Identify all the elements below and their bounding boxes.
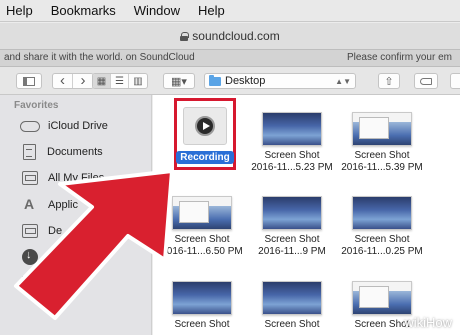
folder-icon — [209, 74, 221, 86]
sidebar-item-all-my-files[interactable]: All My Files — [20, 167, 104, 189]
tag-icon — [420, 77, 432, 85]
file-name-line2: 2016-11...9 PM — [258, 246, 326, 257]
file-name-line1: Screen Shot — [354, 150, 410, 161]
search-button[interactable] — [450, 73, 460, 89]
share-button[interactable]: ⇧ — [378, 73, 400, 89]
watermark-text: wikiHow — [404, 315, 452, 330]
sidebar-item-movies[interactable]: Movies — [20, 272, 83, 294]
url-text: soundcloud.com — [192, 29, 280, 43]
file-item[interactable]: Screen Shot — [249, 281, 335, 331]
file-thumbnail — [352, 281, 412, 315]
file-thumbnail — [262, 281, 322, 315]
file-item[interactable]: Screen Shot — [159, 281, 245, 331]
downloads-icon — [22, 249, 38, 265]
file-thumbnail — [262, 112, 322, 146]
file-thumbnail — [262, 196, 322, 230]
sidebar-item-applications[interactable]: Applic — [20, 194, 78, 216]
all-files-icon — [22, 171, 38, 185]
address-bar[interactable]: soundcloud.com — [0, 23, 460, 49]
nav-buttons: ‹ › — [52, 73, 94, 89]
back-button[interactable]: ‹ — [53, 74, 73, 88]
sidebar-toggle-icon — [23, 76, 35, 86]
file-item[interactable]: Screen Shot 2016-11...5.39 PM — [339, 112, 425, 174]
columns-icon: ▥ — [133, 75, 143, 87]
file-item[interactable]: Screen Shot 2016-11...5.23 PM — [249, 112, 335, 174]
sidebar-item-label: Documents — [47, 146, 103, 158]
back-icon: ‹ — [60, 73, 65, 89]
file-thumbnail — [352, 112, 412, 146]
sidebar-item-label: loads — [48, 251, 75, 263]
menu-window[interactable]: Window — [134, 3, 180, 18]
file-name-line2: 2016-11...5.23 PM — [251, 162, 333, 173]
sidebar-item-label: Movies — [48, 277, 83, 289]
grid-icon: ▦ — [96, 75, 107, 87]
recording-file-highlight[interactable]: Recording — [174, 98, 236, 170]
url-field[interactable]: soundcloud.com — [180, 29, 280, 43]
path-label: Desktop — [225, 75, 266, 87]
menu-help-left[interactable]: Help — [6, 3, 33, 18]
view-mode-control: ▦ ☰ ▥ — [92, 73, 148, 89]
tag-button[interactable] — [414, 73, 438, 89]
sidebar-item-label: All My Files — [48, 172, 105, 184]
file-name-line1: Screen Shot — [354, 234, 410, 245]
tab-email-confirm[interactable]: Please confirm your em — [228, 50, 460, 66]
file-item[interactable]: Screen Shot 2016-11...6.50 PM — [159, 196, 245, 258]
menu-help[interactable]: Help — [198, 3, 225, 18]
recording-thumbnail — [183, 107, 227, 145]
tab-soundcloud[interactable]: and share it with the world. on SoundClo… — [0, 50, 228, 66]
file-name-line2: 2016-11...5.39 PM — [341, 162, 423, 173]
sidebar-item-documents[interactable]: Documents — [20, 141, 103, 163]
arrange-button[interactable]: ▦▾ — [163, 73, 195, 89]
path-popup[interactable]: Desktop ▲▼ — [204, 73, 356, 89]
forward-button[interactable]: › — [73, 74, 93, 88]
file-name-line2: 2016-11...0.25 PM — [341, 246, 423, 257]
column-view-button[interactable]: ▥ — [129, 74, 147, 88]
sidebar: Favorites iCloud Drive Documents All My … — [0, 95, 152, 335]
list-view-button[interactable]: ☰ — [111, 74, 129, 88]
file-name-line1: Screen Shot — [264, 150, 320, 161]
play-icon — [195, 116, 215, 136]
sidebar-item-label: De — [48, 225, 63, 237]
file-name-line2: 2016-11...6.50 PM — [161, 246, 243, 257]
file-grid: Recording Screen Shot 2016-11...5.23 PM … — [153, 95, 460, 335]
tab-strip: and share it with the world. on SoundClo… — [0, 49, 460, 67]
document-icon — [23, 144, 36, 160]
applications-icon — [22, 196, 38, 213]
sidebar-item-label: iCloud Drive — [48, 120, 108, 132]
menu-bookmarks[interactable]: Bookmarks — [51, 3, 116, 18]
sidebar-toggle-button[interactable] — [16, 73, 42, 89]
sidebar-item-downloads[interactable]: loads — [20, 246, 74, 268]
sidebar-item-icloud-drive[interactable]: iCloud Drive — [20, 115, 108, 137]
sidebar-item-label: Applic — [48, 199, 78, 211]
menu-bar: Help Bookmarks Window Help — [0, 0, 460, 22]
arrange-icon: ▦▾ — [171, 75, 187, 88]
file-name-line1: Screen Shot — [354, 319, 410, 330]
file-item[interactable]: Screen Shot 2016-11...0.25 PM — [339, 196, 425, 258]
finder-toolbar: ‹ › ▦ ☰ ▥ ▦▾ Desktop ▲▼ ⇧ — [0, 67, 460, 95]
icon-view-button[interactable]: ▦ — [93, 74, 111, 88]
file-item[interactable]: Screen Shot 2016-11...9 PM — [249, 196, 335, 258]
movies-icon — [22, 276, 38, 290]
wikihow-watermark: wikiHow — [404, 315, 452, 330]
file-name-line1: Screen Shot — [264, 319, 320, 330]
cloud-icon — [20, 120, 40, 132]
file-name-line1: Screen Shot — [264, 234, 320, 245]
recording-file-label: Recording — [176, 151, 234, 164]
file-name-line1: Screen Shot — [174, 319, 230, 330]
file-thumbnail — [172, 281, 232, 315]
file-name-line1: Screen Shot — [174, 234, 230, 245]
file-thumbnail — [352, 196, 412, 230]
list-icon: ☰ — [115, 75, 124, 87]
share-icon: ⇧ — [384, 75, 394, 88]
file-thumbnail — [172, 196, 232, 230]
desktop-icon — [22, 224, 38, 238]
chevron-down-icon: ▲▼ — [335, 76, 351, 86]
lock-icon — [180, 31, 190, 41]
forward-icon: › — [80, 73, 86, 89]
sidebar-heading: Favorites — [14, 100, 59, 111]
sidebar-item-desktop[interactable]: De — [20, 220, 62, 242]
